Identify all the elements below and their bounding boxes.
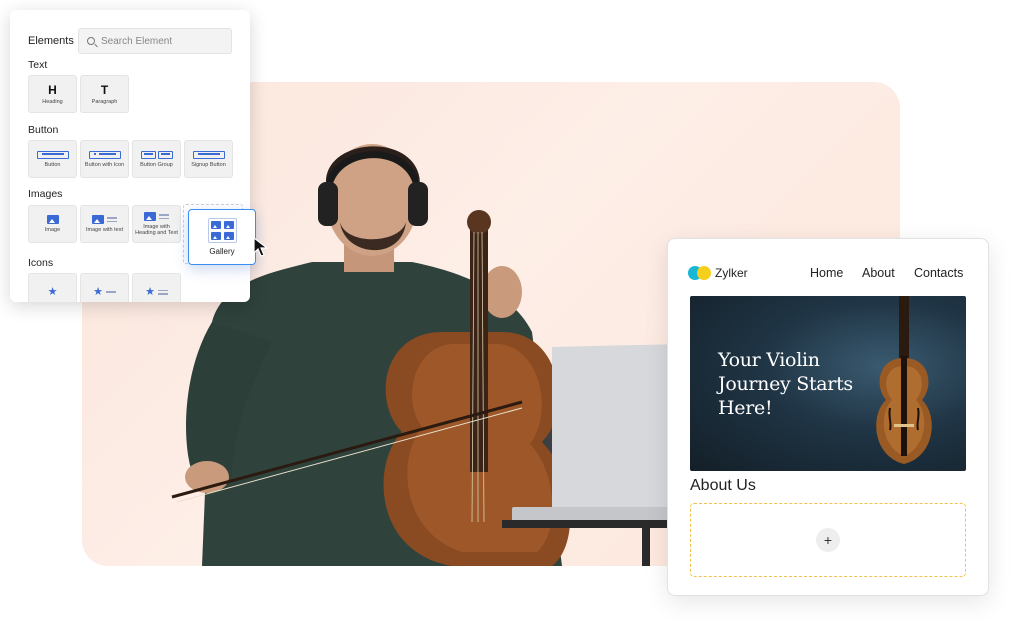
button-group-icon <box>140 150 173 159</box>
nav-link-about[interactable]: About <box>862 266 895 280</box>
section-label-icons: Icons <box>28 257 54 269</box>
element-tile-button-group[interactable]: Button Group <box>132 140 181 178</box>
element-tile-gallery[interactable]: Gallery <box>188 209 256 265</box>
tile-caption: Button <box>44 161 61 168</box>
mouse-cursor-icon <box>253 237 269 257</box>
tile-caption: Button Group <box>140 161 173 168</box>
element-tile-paragraph[interactable]: T Paragraph <box>80 75 129 113</box>
star-with-heading-icon: ★ <box>145 286 168 298</box>
gallery-caption: Gallery <box>209 247 235 256</box>
element-tile-icon-with-heading[interactable]: ★ <box>132 273 181 302</box>
tile-caption: Signup Button <box>191 161 226 168</box>
button-icon <box>36 150 69 159</box>
zylker-logo-icon <box>688 266 712 280</box>
element-tile-icon-with-text[interactable]: ★ <box>80 273 129 302</box>
element-tile-image-with-text[interactable]: Image with text <box>80 205 129 243</box>
section-label-button: Button <box>28 124 59 136</box>
tile-caption: Image with Heading and Text <box>135 224 178 236</box>
brand-name: Zylker <box>715 266 748 280</box>
star-icon: ★ <box>47 285 58 298</box>
search-icon <box>87 37 95 45</box>
nav-link-contacts[interactable]: Contacts <box>914 266 963 280</box>
panel-title: Elements <box>28 35 74 47</box>
signup-button-icon <box>192 150 225 159</box>
tile-caption: Image with text <box>86 227 123 233</box>
search-placeholder: Search Element <box>101 35 173 47</box>
panel-header: Elements Search Element <box>28 28 232 54</box>
image-with-text-icon <box>92 215 117 224</box>
button-with-icon-icon <box>88 150 121 159</box>
tile-caption: Paragraph <box>91 98 118 105</box>
section-label-text: Text <box>28 59 48 71</box>
website-preview: Zylker Home About Contacts Your Violin J… <box>667 238 989 596</box>
drop-zone[interactable]: + <box>690 503 966 577</box>
element-tile-image[interactable]: Image <box>28 205 77 243</box>
image-with-heading-icon <box>144 212 169 221</box>
about-us-heading: About Us <box>690 477 756 494</box>
search-input[interactable]: Search Element <box>78 28 232 54</box>
tile-caption: Heading <box>42 98 63 105</box>
element-tile-button-with-icon[interactable]: Button with Icon <box>80 140 129 178</box>
nav-link-home[interactable]: Home <box>810 266 843 280</box>
hero-heading: Your Violin Journey Starts Here! <box>718 349 853 419</box>
star-with-text-icon: ★ <box>93 286 116 298</box>
element-tile-button[interactable]: Button <box>28 140 77 178</box>
tile-caption: Image <box>44 227 61 233</box>
element-tile-icon[interactable]: ★ <box>28 273 77 302</box>
heading-icon: H <box>48 82 57 97</box>
hero-banner: Your Violin Journey Starts Here! <box>690 296 966 471</box>
paragraph-icon: T <box>100 82 109 97</box>
image-icon <box>46 215 59 224</box>
element-tile-image-with-heading-and-text[interactable]: Image with Heading and Text <box>132 205 181 243</box>
element-tile-heading[interactable]: H Heading <box>28 75 77 113</box>
tile-caption: Button with Icon <box>84 161 125 168</box>
add-element-button[interactable]: + <box>816 528 840 552</box>
section-label-images: Images <box>28 188 63 200</box>
gallery-icon <box>207 218 237 243</box>
element-tile-signup-button[interactable]: Signup Button <box>184 140 233 178</box>
violin-image <box>876 296 932 464</box>
